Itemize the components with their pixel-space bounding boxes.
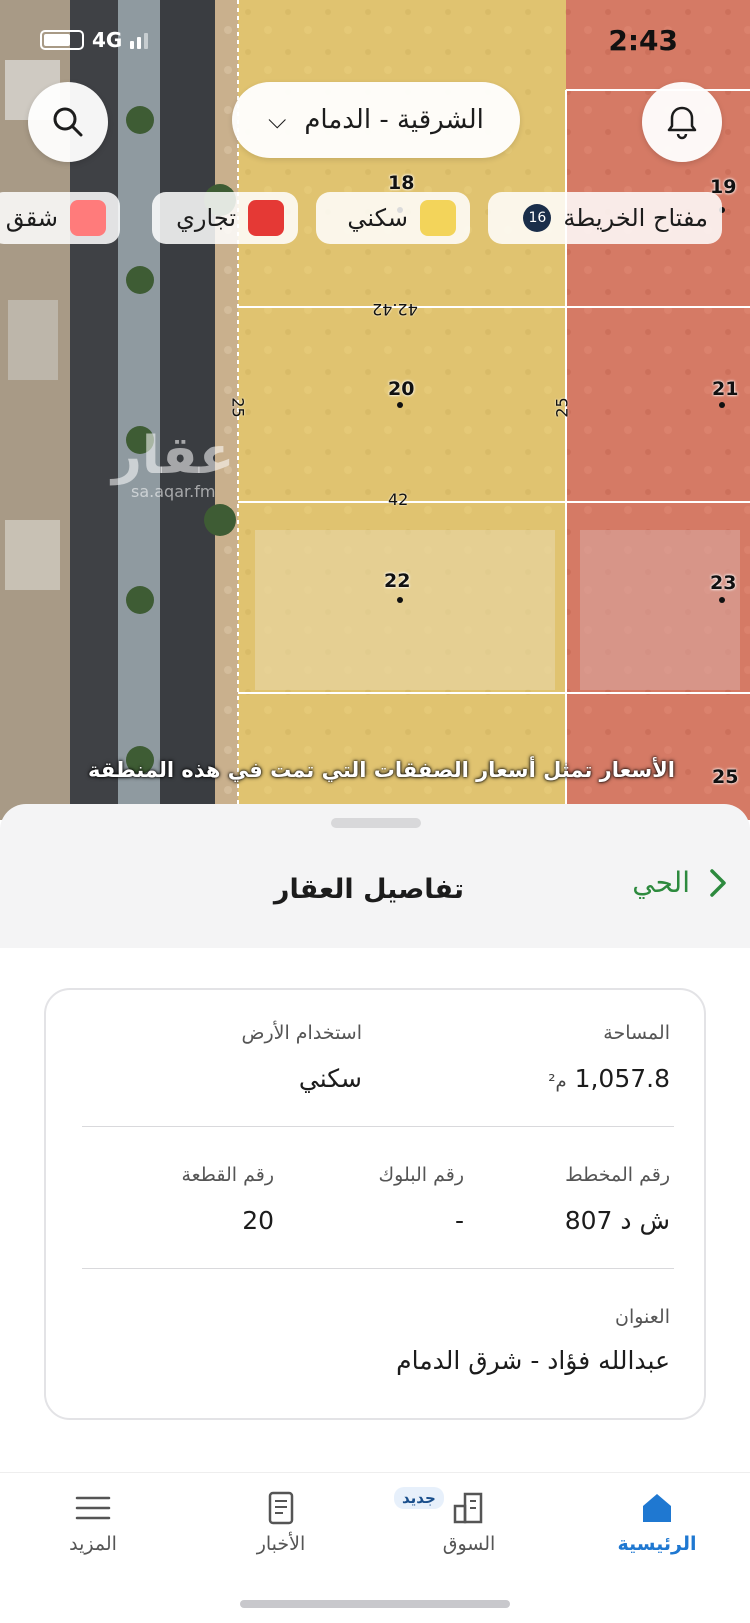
neighborhood-link[interactable]: الحي [632,866,728,899]
home-icon [643,1494,671,1522]
plot-number[interactable]: 21 [712,378,738,400]
commercial-swatch [248,200,284,236]
plot-label: رقم القطعة [181,1164,274,1186]
tab-label: الرئيسية [617,1533,697,1555]
building-icon [453,1492,483,1524]
plot-number[interactable]: 23 [710,572,736,594]
legend-label: تجاري [176,204,236,232]
signal-icon [130,31,149,49]
divider [82,1126,674,1127]
dimension-label: 42 [388,490,409,509]
legend-label: شقق [5,204,58,232]
watermark: عقار sa.aqar.fm [112,430,234,501]
tab-home[interactable]: الرئيسية [592,1483,722,1555]
notifications-button[interactable] [642,82,722,162]
plot-number[interactable]: 20 [388,378,414,400]
area-unit: م² [548,1071,567,1092]
tab-label: السوق [442,1533,496,1555]
plot-number[interactable]: 25 [712,766,738,788]
property-info-card: المساحة 1,057.8 م² استخدام الأرض سكني رق… [44,988,706,1420]
legend-commercial[interactable]: تجاري [152,192,298,244]
chevron-down-icon: ⌵ [268,106,287,134]
legend-count-badge: 16 [523,204,552,232]
chevron-right-icon [710,868,726,897]
legend-label: سكني [347,204,408,232]
block-label: رقم البلوك [378,1164,464,1186]
dimension-label: 42.42 [372,300,418,319]
map-legend-button[interactable]: مفتاح الخريطة 16 [488,192,722,244]
region-label: الشرقية - الدمام [304,105,484,135]
legend-apartments[interactable]: شقق [0,192,120,244]
network-status: 4G [40,28,149,52]
address-value: عبدالله فؤاد - شرق الدمام [396,1346,670,1375]
apartments-swatch [70,200,106,236]
legend-title: مفتاح الخريطة [563,204,708,232]
home-indicator [240,1600,510,1608]
area-label: المساحة [603,1022,670,1044]
tab-more[interactable]: المزيد [28,1483,158,1555]
land-use-label: استخدام الأرض [241,1022,362,1044]
plot-number[interactable]: 22 [384,570,410,592]
area-number: 1,057.8 [574,1064,670,1093]
plan-value: ش د 807 [564,1206,670,1235]
address-label: العنوان [614,1306,670,1328]
dimension-label: 25 [552,397,572,418]
residential-swatch [420,200,456,236]
network-type: 4G [92,28,123,52]
sheet-title: تفاصيل العقار [273,874,464,905]
price-note: الأسعار تمثل أسعار الصفقات التي تمت في ه… [88,758,675,782]
battery-icon [40,30,84,50]
dimension-label: 25 [228,397,248,418]
tab-label: المزيد [69,1533,117,1555]
menu-icon [75,1496,111,1520]
neighborhood-label: الحي [632,866,690,899]
tab-market[interactable]: جديد السوق [394,1483,534,1555]
bell-icon [667,106,697,140]
block-value: - [454,1206,464,1235]
clock: 2:43 [608,24,678,57]
search-button[interactable] [28,82,108,162]
watermark-logo: عقار [112,426,235,486]
search-icon [53,107,83,137]
plot-value: 20 [242,1206,274,1235]
status-bar: 4G 2:43 [0,22,750,62]
legend-residential[interactable]: سكني [316,192,470,244]
new-badge: جديد [394,1487,444,1509]
newspaper-icon [268,1491,294,1525]
land-use-value: سكني [298,1064,362,1093]
screen: عقار sa.aqar.fm 18 19 20 21 22 23 25 42.… [0,0,750,1623]
divider [82,1268,674,1269]
tab-label: الأخبار [256,1533,306,1555]
region-selector[interactable]: ⌵ الشرقية - الدمام [232,82,520,158]
tab-news[interactable]: الأخبار [216,1483,346,1555]
plan-label: رقم المخطط [565,1164,670,1186]
sheet-grabber[interactable] [331,818,421,828]
plot-number[interactable]: 18 [388,172,414,194]
area-value: 1,057.8 م² [548,1064,670,1093]
